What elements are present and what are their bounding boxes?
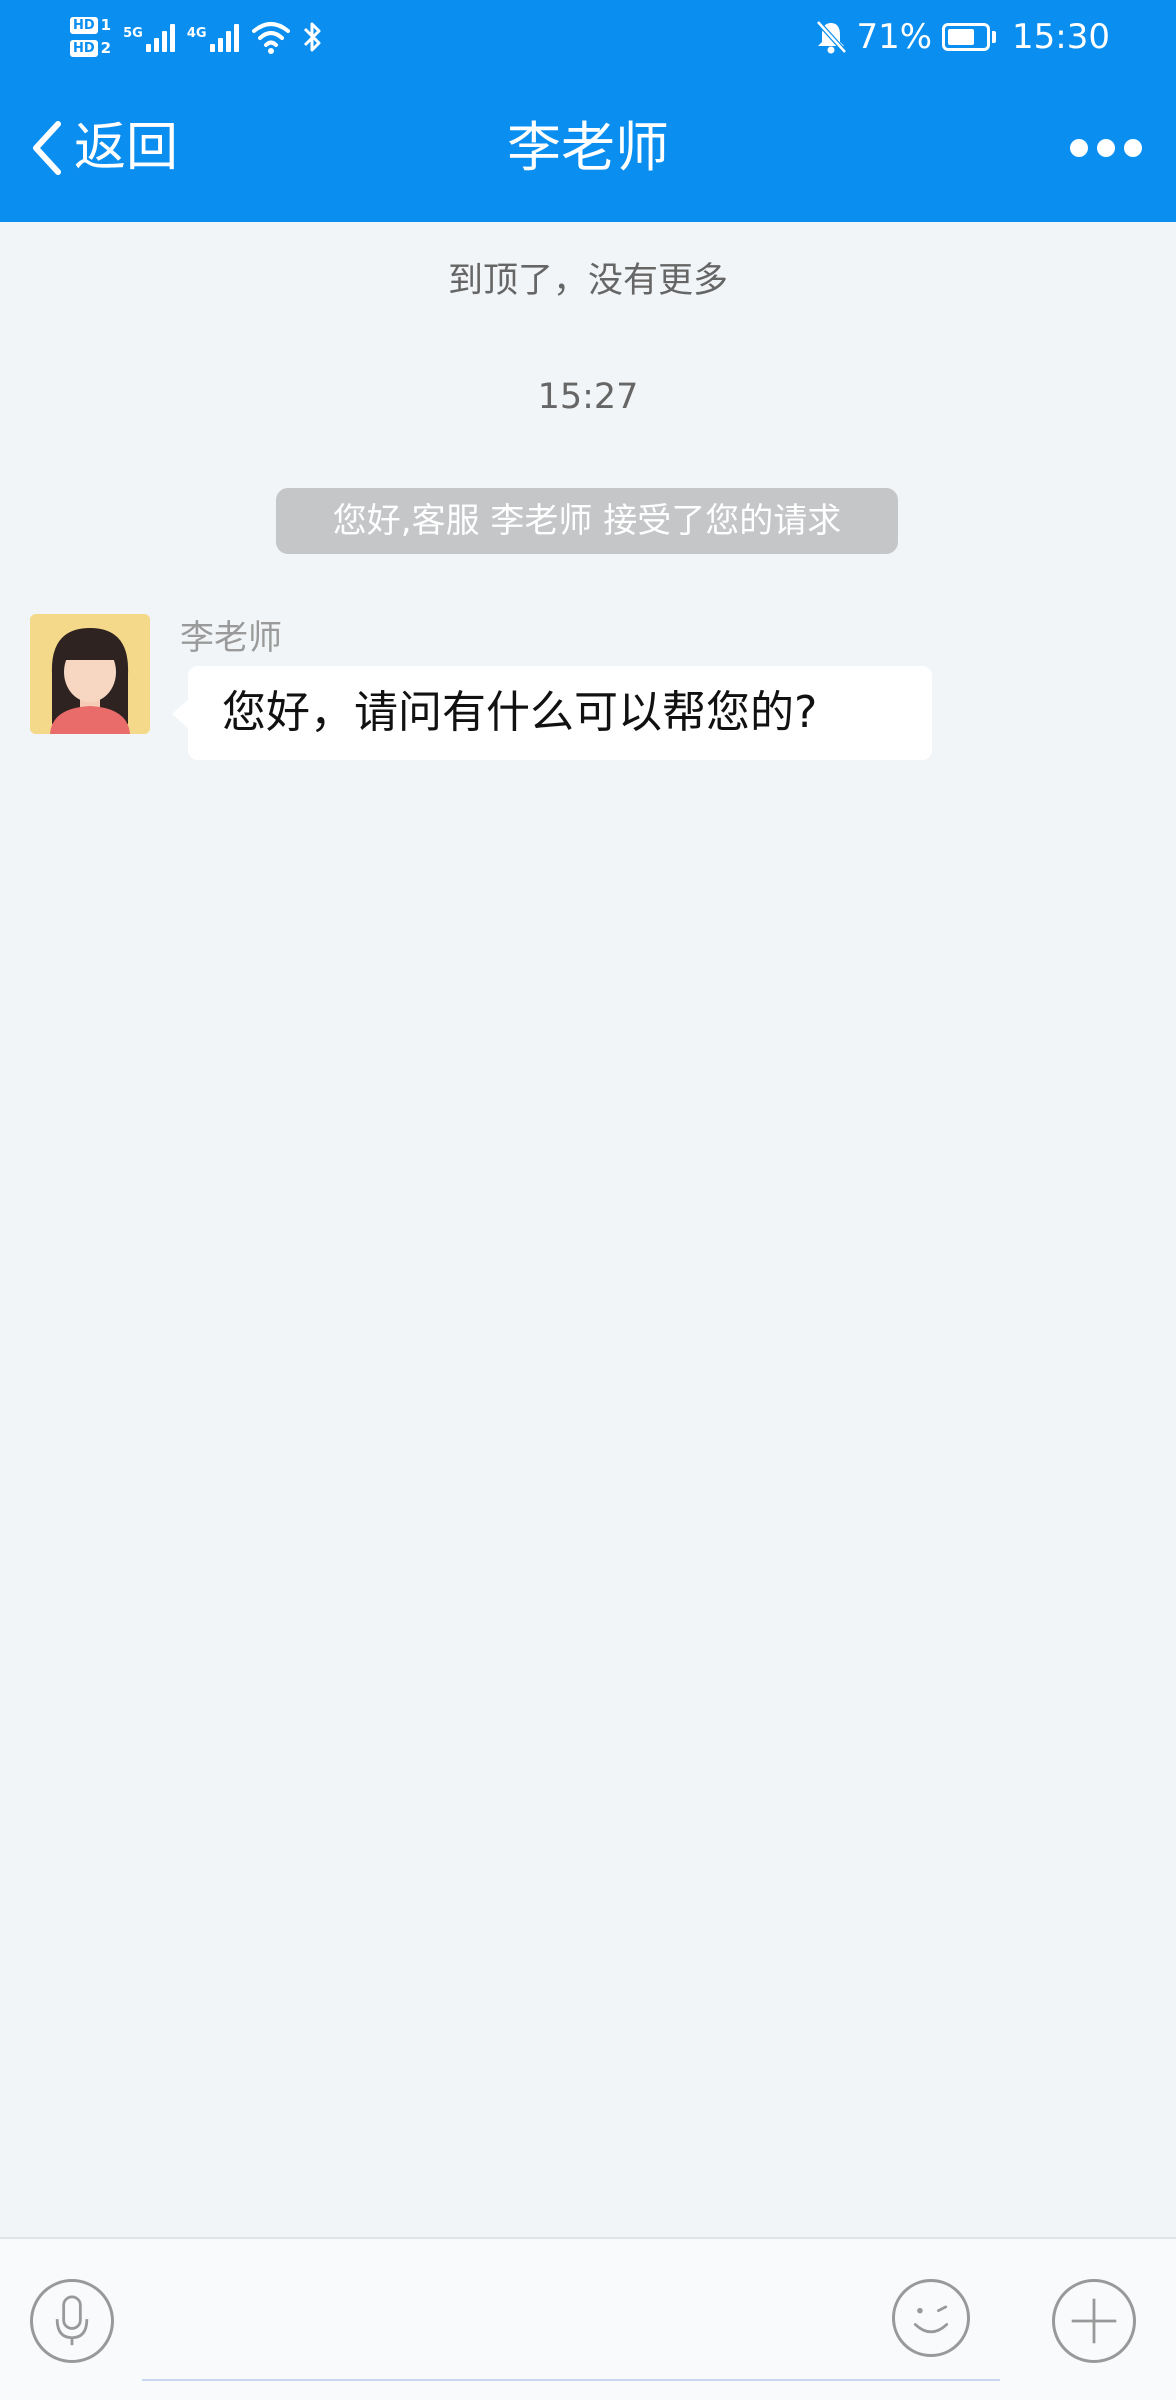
more-icon[interactable]: [1070, 124, 1142, 172]
hd-label: HD: [70, 17, 98, 34]
battery-percent: 71%: [856, 17, 933, 57]
chat-area[interactable]: 到顶了，没有更多 15:27 您好,客服 李老师 接受了您的请求 李老师 您好，…: [0, 222, 1176, 2237]
status-time: 15:30: [1012, 17, 1110, 57]
header: HD 1 HD 2 5G 4G 71% 15:30 返回 李老师: [0, 0, 1176, 222]
microphone-icon[interactable]: [30, 2279, 114, 2363]
signal-bars: [209, 22, 239, 52]
status-right: 71% 15:30: [814, 0, 1110, 74]
input-bar: [0, 2237, 1176, 2400]
avatar[interactable]: [30, 614, 150, 734]
emoji-icon[interactable]: [892, 2279, 970, 2357]
battery-icon: [942, 23, 997, 51]
message-bubble[interactable]: 您好，请问有什么可以帮您的?: [188, 666, 932, 760]
wifi-icon: [251, 19, 291, 55]
hd-indicator-1: HD 1: [70, 17, 111, 34]
hd-indicator-2: HD 2: [70, 40, 111, 57]
sender-name: 李老师: [180, 618, 282, 658]
time-divider: 15:27: [537, 377, 639, 417]
status-left: HD 1 HD 2 5G 4G: [70, 6, 325, 68]
signal-icon-2: 4G: [187, 22, 239, 52]
page-title: 李老师: [507, 116, 669, 179]
bluetooth-icon: [301, 19, 325, 55]
bell-muted-icon: [814, 19, 848, 55]
system-message: 您好,客服 李老师 接受了您的请求: [276, 488, 898, 554]
signal-icon: 5G: [123, 22, 175, 52]
nav-bar: 返回 李老师: [0, 74, 1176, 222]
hd-slot: 1: [100, 16, 112, 34]
network-type-label: 5G: [123, 26, 143, 41]
hd-label: HD: [70, 40, 98, 57]
plus-icon[interactable]: [1052, 2279, 1136, 2363]
status-bar: HD 1 HD 2 5G 4G 71% 15:30: [0, 0, 1176, 74]
top-of-history-hint: 到顶了，没有更多: [447, 261, 728, 301]
hd-slot: 2: [100, 39, 112, 57]
signal-bars: [145, 22, 175, 52]
hd-indicators: HD 1 HD 2: [70, 17, 111, 57]
network-type-label: 4G: [186, 26, 207, 41]
message-input[interactable]: [142, 2267, 1000, 2381]
